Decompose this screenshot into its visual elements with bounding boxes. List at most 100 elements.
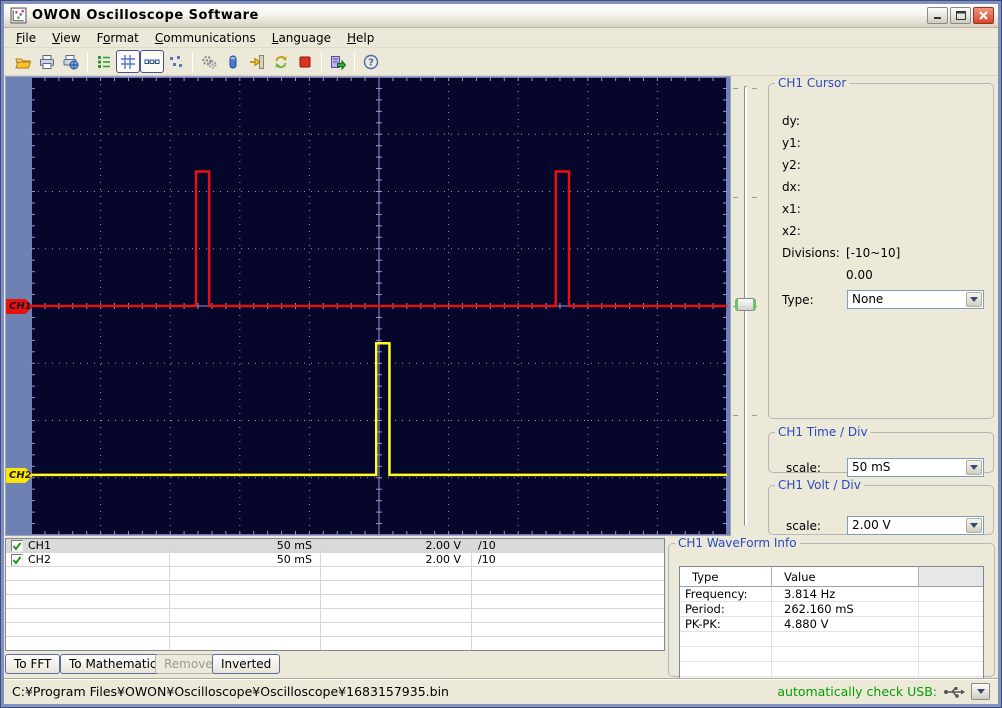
menu-language[interactable]: Language xyxy=(264,29,339,47)
chevron-down-icon xyxy=(970,297,978,302)
toolbar-separator xyxy=(321,51,322,72)
slider-handle[interactable] xyxy=(735,298,756,311)
toolbar-export-waveform-button[interactable] xyxy=(326,50,350,73)
toolbar-usb-device-button[interactable] xyxy=(221,50,245,73)
divisions-label: Divisions: xyxy=(782,246,840,260)
ch1-cursor-title: CH1 Cursor xyxy=(778,76,847,90)
toolbar-line-interpolation-button[interactable] xyxy=(140,50,164,73)
close-icon xyxy=(979,11,988,20)
help-icon: ? xyxy=(363,54,379,69)
ch2-marker[interactable]: CH2 xyxy=(6,467,33,483)
channel-row-empty xyxy=(6,637,664,650)
tool-bar: ? xyxy=(4,48,998,76)
toolbar-refresh-button[interactable] xyxy=(269,50,293,73)
channel-row-empty xyxy=(6,609,664,623)
waveform-info-row: PK-PK: 4.880 V xyxy=(680,617,983,632)
channel-probe-cell xyxy=(472,623,664,636)
channel-time-cell: 50 mS xyxy=(170,553,321,566)
refresh-icon xyxy=(275,55,287,68)
waveform-info-row: Period: 262.160 mS xyxy=(680,602,983,617)
channel-volt-cell xyxy=(321,581,472,594)
toolbar-open-folder-button[interactable] xyxy=(11,50,35,73)
scope-display[interactable] xyxy=(31,77,727,535)
info-value xyxy=(772,647,919,661)
divisions-value: 0.00 xyxy=(846,268,873,282)
toolbar-settings-gears-button[interactable] xyxy=(197,50,221,73)
menu-help[interactable]: Help xyxy=(339,29,382,47)
channel-table: CH1 50 mS 2.00 V/10 CH2 50 mS 2.00 V/10 xyxy=(5,538,665,651)
channel-row-ch1[interactable]: CH1 50 mS 2.00 V/10 xyxy=(6,539,664,553)
ch1-visible-checkbox[interactable] xyxy=(11,539,23,552)
toolbar-connect-button[interactable] xyxy=(245,50,269,73)
menu-communications[interactable]: Communications xyxy=(147,29,264,47)
info-value xyxy=(772,632,919,646)
scope-panel: CH1 CH2 xyxy=(5,76,731,536)
cursor-type-combobox[interactable]: None xyxy=(847,290,984,309)
menu-file[interactable]: File xyxy=(8,29,44,47)
channel-probe-cell xyxy=(472,637,664,650)
volt-scale-value: 2.00 V xyxy=(852,518,891,532)
channel-time-cell xyxy=(170,581,321,594)
channel-probe-cell xyxy=(472,567,664,580)
menu-view[interactable]: View xyxy=(44,29,88,47)
channel-probe-cell xyxy=(472,581,664,594)
cursor-field-y1: y1: xyxy=(782,136,801,150)
channel-row-empty xyxy=(6,581,664,595)
window-title: OWON Oscilloscope Software xyxy=(32,8,259,23)
ch1-volt-div-title: CH1 Volt / Div xyxy=(778,478,861,492)
close-button[interactable] xyxy=(973,7,994,24)
channel-time-cell xyxy=(170,609,321,622)
to-fft-button[interactable]: To FFT xyxy=(5,654,61,674)
waveform-info-row: Frequency: 3.814 Hz xyxy=(680,587,983,602)
line-interpolation-icon xyxy=(144,59,160,64)
channel-probe-cell: /10 xyxy=(478,539,496,552)
divisions-range: [-10~10] xyxy=(846,246,901,260)
cursor-type-value: None xyxy=(852,292,884,306)
channel-volt-cell xyxy=(321,623,472,636)
toolbar-stop-button[interactable] xyxy=(293,50,317,73)
time-scale-dropdown-button[interactable] xyxy=(966,460,982,475)
toolbar-channel-list-button[interactable] xyxy=(92,50,116,73)
app-window: OWON Oscilloscope Software File View Forma… xyxy=(0,0,1002,708)
waveform-info-row xyxy=(680,647,983,662)
usb-dropdown-button[interactable] xyxy=(971,683,990,700)
toolbar-print-button[interactable] xyxy=(35,50,59,73)
toolbar-separator xyxy=(354,51,355,72)
volt-scale-dropdown-button[interactable] xyxy=(966,518,982,533)
channel-row-empty xyxy=(6,595,664,609)
channel-row-ch2[interactable]: CH2 50 mS 2.00 V/10 xyxy=(6,553,664,567)
maximize-button[interactable] xyxy=(950,7,971,24)
info-col-extra xyxy=(919,567,983,586)
vertical-position-slider[interactable] xyxy=(731,76,759,536)
ch1-cursor-group: CH1 Cursor dy: y1: y2: dx: x1: x2: Divisions:… xyxy=(768,76,994,419)
time-scale-combobox[interactable]: 50 mS xyxy=(847,458,984,477)
channel-row-empty xyxy=(6,567,664,581)
toolbar-print-image-button[interactable] xyxy=(59,50,83,73)
usb-status-label: automatically check USB: xyxy=(777,684,937,699)
toolbar-dots-display-button[interactable] xyxy=(164,50,188,73)
volt-scale-combobox[interactable]: 2.00 V xyxy=(847,516,984,535)
toolbar-help-button[interactable]: ? xyxy=(359,50,383,73)
ch1-marker[interactable]: CH1 xyxy=(6,299,33,314)
info-value: 3.814 Hz xyxy=(772,587,919,601)
ch2-visible-checkbox[interactable] xyxy=(11,553,23,566)
connect-icon xyxy=(250,54,264,69)
dots-display-icon xyxy=(170,55,182,67)
stop-icon xyxy=(299,56,311,67)
settings-gears-icon xyxy=(202,55,217,68)
minimize-button[interactable] xyxy=(927,7,948,24)
menu-format[interactable]: Format xyxy=(89,29,147,47)
waveform-info-row xyxy=(680,632,983,647)
check-icon xyxy=(12,541,22,551)
cursor-type-dropdown-button[interactable] xyxy=(966,292,982,307)
channel-volt-cell: 2.00 V xyxy=(321,539,472,552)
toolbar-separator xyxy=(87,51,88,72)
info-value xyxy=(772,662,919,676)
toolbar-grid-button[interactable] xyxy=(116,50,140,73)
cursor-field-dx: dx: xyxy=(782,180,801,194)
inverted-button[interactable]: Inverted xyxy=(212,654,281,674)
title-bar[interactable]: OWON Oscilloscope Software xyxy=(4,4,998,28)
info-type xyxy=(680,647,772,661)
ch1-volt-div-group: CH1 Volt / Div scale: 2.00 V xyxy=(768,478,994,535)
channel-time-cell xyxy=(170,595,321,608)
